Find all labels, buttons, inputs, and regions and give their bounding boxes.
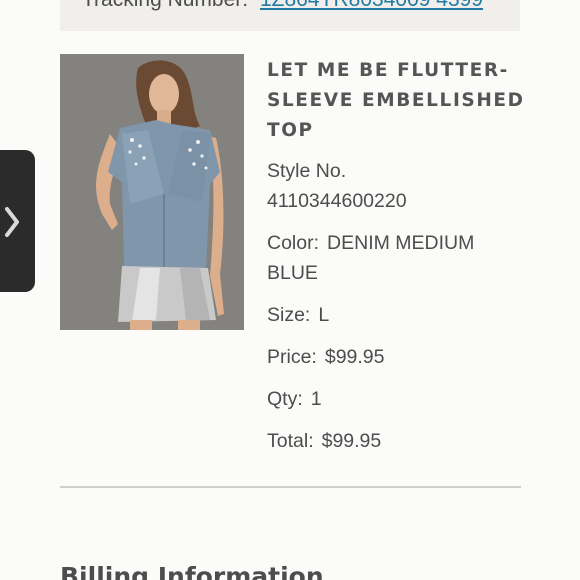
total-row: Total: $99.95 <box>267 426 527 456</box>
style-row: Style No. 4110344600220 <box>267 156 527 216</box>
style-number: 4110344600220 <box>267 190 407 212</box>
qty-value: 1 <box>310 388 322 410</box>
price-label: Price: <box>267 346 317 368</box>
qty-row: Qty: 1 <box>267 384 527 414</box>
tracking-label: Tracking Number: <box>82 0 248 11</box>
order-details-page: Tracking Number: 1Z864YR8034009 4399 <box>0 0 580 580</box>
side-panel-tab[interactable] <box>0 150 35 292</box>
product-title[interactable]: LET ME BE FLUTTER-SLEEVE EMBELLISHED TOP <box>267 56 527 146</box>
qty-label: Qty: <box>267 388 303 410</box>
product-details: LET ME BE FLUTTER-SLEEVE EMBELLISHED TOP… <box>267 56 527 468</box>
product-image[interactable] <box>60 54 244 330</box>
style-label: Style No. <box>267 160 347 182</box>
tracking-line: Tracking Number: 1Z864YR8034009 4399 <box>82 0 483 12</box>
product-photo <box>60 54 244 330</box>
section-divider <box>60 486 521 488</box>
tracking-number-link[interactable]: 1Z864YR8034009 4399 <box>260 0 483 11</box>
color-label: Color: <box>267 232 320 254</box>
total-label: Total: <box>267 430 314 452</box>
billing-information-heading: Billing Information <box>60 562 324 580</box>
total-value: $99.95 <box>321 430 382 452</box>
size-value: L <box>318 304 330 326</box>
color-row: Color: DENIM MEDIUM BLUE <box>267 228 527 288</box>
chevron-right-icon <box>2 205 22 244</box>
size-row: Size: L <box>267 300 527 330</box>
price-value: $99.95 <box>324 346 385 368</box>
tracking-box: Tracking Number: 1Z864YR8034009 4399 <box>60 0 520 31</box>
price-row: Price: $99.95 <box>267 342 527 372</box>
size-label: Size: <box>267 304 311 326</box>
